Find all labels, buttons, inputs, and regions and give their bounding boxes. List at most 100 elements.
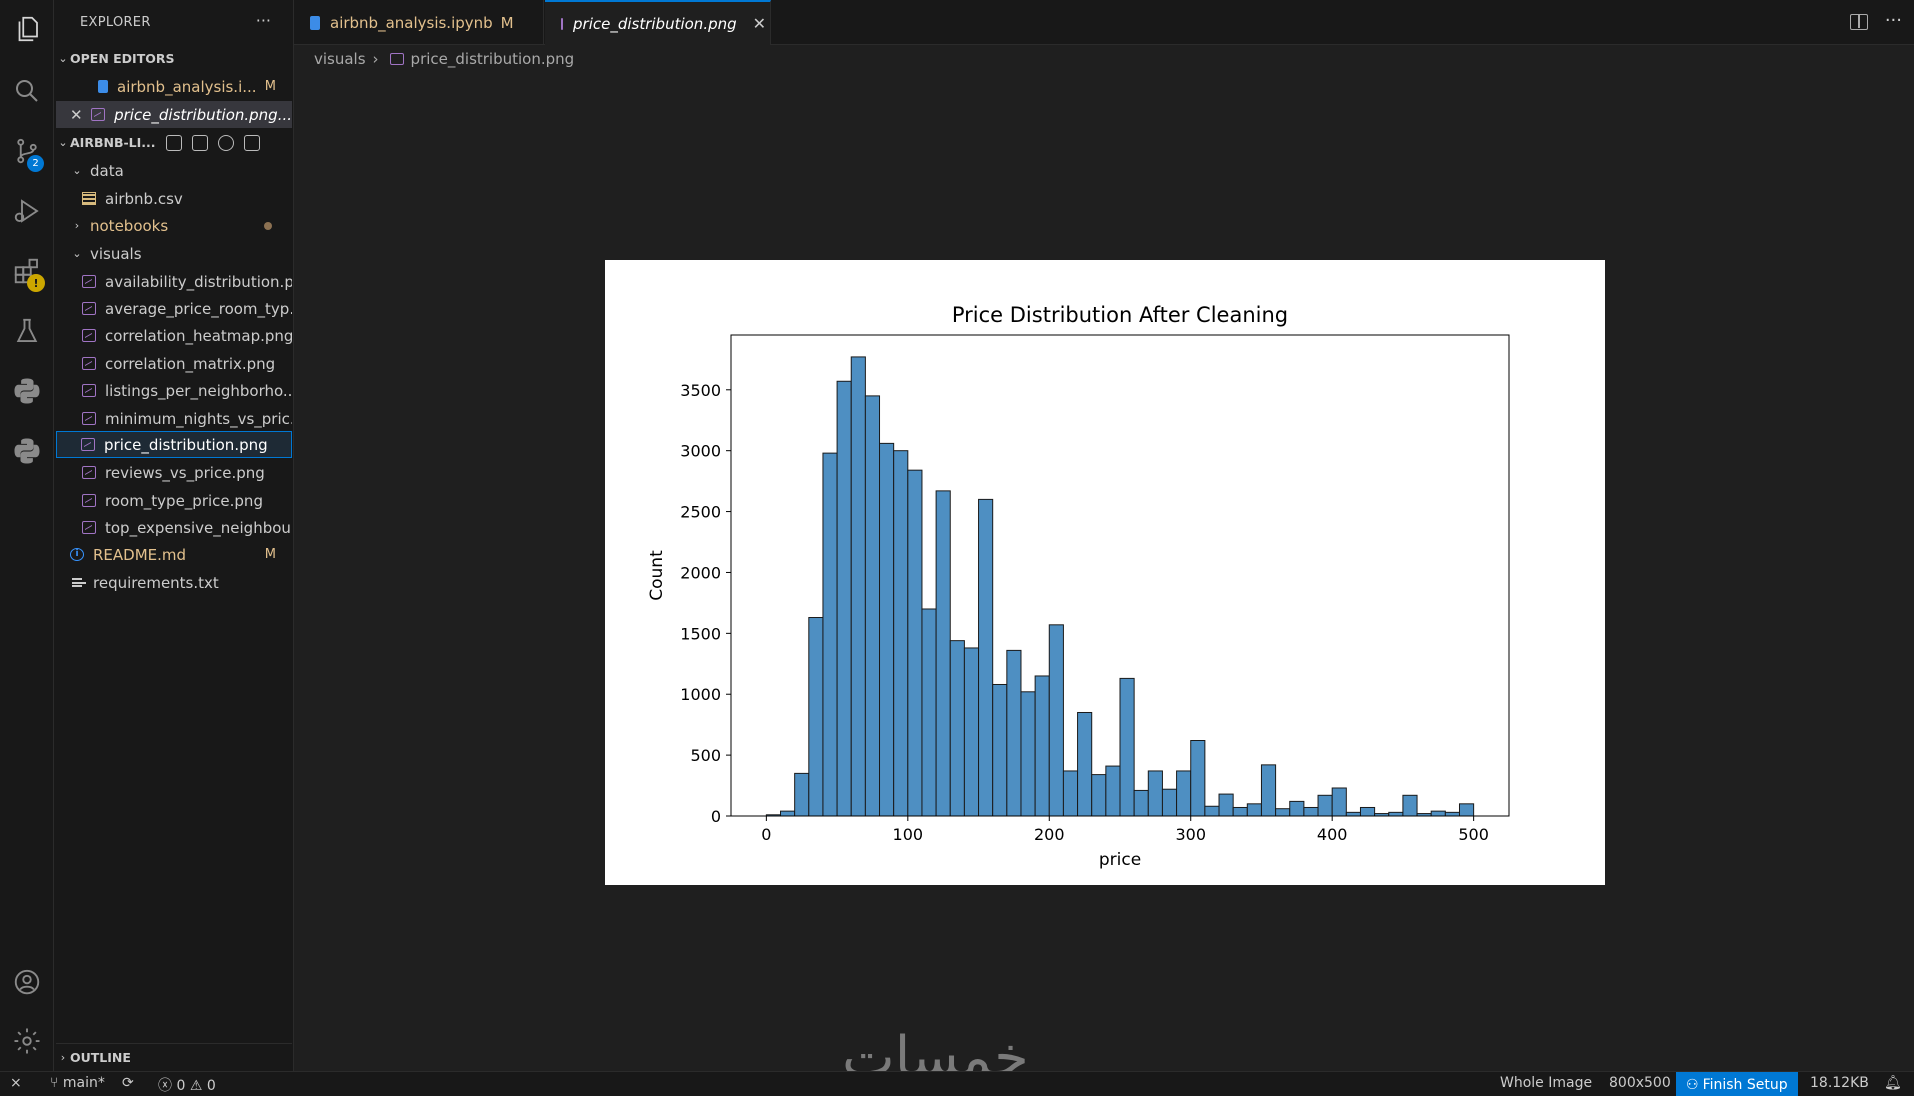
- tab-airbnb-analysis[interactable]: airbnb_analysis.ipynb M: [294, 0, 544, 45]
- histogram-bar: [808, 617, 824, 817]
- more-actions-icon[interactable]: ···: [1885, 10, 1902, 31]
- new-folder-icon[interactable]: [191, 134, 208, 151]
- tree-file-selected[interactable]: price_distribution.png: [56, 431, 292, 458]
- tree-file[interactable]: average_price_room_typ...: [56, 295, 292, 322]
- settings-gear-icon[interactable]: [0, 1012, 54, 1070]
- x-tick-label: 300: [1175, 825, 1206, 844]
- collapse-all-icon[interactable]: [243, 134, 260, 151]
- tree-file[interactable]: correlation_matrix.png: [56, 350, 292, 377]
- close-tab-icon[interactable]: ✕: [753, 14, 766, 33]
- explorer-toolbar: [165, 134, 260, 151]
- open-editor-item-active[interactable]: ✕ price_distribution.png...: [56, 101, 292, 128]
- split-editor-icon[interactable]: [1850, 14, 1868, 30]
- tree-folder-data[interactable]: ⌄ data: [56, 157, 292, 184]
- warning-badge: !: [27, 274, 45, 292]
- problems-indicator[interactable]: ⓧ 0 ⚠ 0: [158, 1075, 216, 1095]
- tree-item-label: notebooks: [90, 216, 169, 235]
- status-bar: ⨯ ⑂ main* ⟳ ⓧ 0 ⚠ 0 Whole Image 800x500 …: [0, 1071, 1914, 1096]
- tree-item-label: average_price_room_typ...: [105, 299, 292, 318]
- tree-item-label: visuals: [90, 244, 142, 263]
- tree-item-label: airbnb.csv: [105, 189, 183, 208]
- histogram-bar: [1105, 765, 1121, 817]
- chevron-down-icon: ⌄: [58, 136, 68, 149]
- tree-file-readme[interactable]: i README.md M: [56, 541, 292, 568]
- project-folder-header[interactable]: ⌄ AIRBNB-LI...: [56, 129, 292, 156]
- histogram-bar: [992, 683, 1008, 817]
- open-editor-label: price_distribution.png...: [114, 105, 292, 124]
- chevron-down-icon: ⌄: [72, 247, 82, 260]
- tree-item-label: data: [90, 161, 124, 180]
- y-tick-label: 2000: [680, 563, 721, 582]
- tree-file-requirements[interactable]: requirements.txt: [56, 569, 292, 596]
- tree-file[interactable]: minimum_nights_vs_pric...: [56, 405, 292, 432]
- tree-file-airbnb-csv[interactable]: airbnb.csv: [56, 185, 292, 212]
- finish-setup-label: Finish Setup: [1702, 1076, 1788, 1093]
- modified-dot: [264, 221, 272, 230]
- tree-file[interactable]: reviews_vs_price.png: [56, 459, 292, 486]
- image-file-icon: [91, 108, 106, 121]
- zoom-mode[interactable]: Whole Image: [1500, 1075, 1592, 1091]
- histogram-bar: [864, 395, 881, 817]
- sync-icon[interactable]: ⟳: [122, 1075, 134, 1091]
- histogram-bar: [935, 490, 951, 817]
- histogram-bar: [1232, 806, 1248, 817]
- breadcrumb-file[interactable]: price_distribution.png: [411, 50, 575, 68]
- histogram-bar: [1034, 675, 1050, 817]
- histogram-bar: [1402, 794, 1418, 817]
- y-tick-label: 0: [711, 807, 721, 826]
- histogram-bar: [1062, 770, 1079, 817]
- histogram-bar: [921, 608, 937, 817]
- histogram-bar: [1458, 803, 1475, 817]
- notebook-file-icon: [98, 80, 108, 93]
- y-tick-label: 1000: [680, 685, 721, 704]
- new-file-icon[interactable]: [165, 134, 182, 151]
- open-editor-item[interactable]: airbnb_analysis.i... M: [56, 73, 292, 100]
- python-icon[interactable]: [0, 362, 54, 420]
- search-icon[interactable]: [0, 62, 54, 120]
- sidebar-title: EXPLORER: [80, 15, 151, 30]
- python-env-icon[interactable]: [0, 422, 54, 480]
- breadcrumb-folder[interactable]: visuals: [314, 50, 366, 68]
- tab-price-distribution[interactable]: price_distribution.png ✕: [545, 0, 771, 45]
- close-icon[interactable]: ✕: [70, 106, 87, 124]
- open-editors-header[interactable]: ⌄ OPEN EDITORS: [56, 45, 292, 72]
- run-debug-icon[interactable]: [0, 182, 54, 240]
- histogram-bar: [1289, 800, 1305, 817]
- image-preview[interactable]: 0 100 200 300 400 500 0 500 1000 1500 2000 2500 3000…: [605, 260, 1605, 885]
- tree-folder-visuals[interactable]: ⌄ visuals: [56, 240, 292, 267]
- text-file-icon: [72, 578, 86, 587]
- file-size: 18.12KB: [1810, 1075, 1869, 1091]
- explorer-icon[interactable]: [0, 0, 54, 58]
- outline-header[interactable]: › OUTLINE: [56, 1043, 292, 1070]
- branch-indicator[interactable]: ⑂ main*: [50, 1075, 105, 1091]
- account-icon[interactable]: [0, 953, 54, 1011]
- tree-file[interactable]: availability_distribution.p...: [56, 268, 292, 295]
- image-file-icon: [561, 17, 563, 30]
- notifications-bell-icon[interactable]: 🔔︎: [1884, 1075, 1902, 1091]
- tree-file[interactable]: correlation_heatmap.png: [56, 322, 292, 349]
- source-control-icon[interactable]: 2: [0, 122, 54, 180]
- tree-file[interactable]: listings_per_neighborho...: [56, 377, 292, 404]
- extensions-icon[interactable]: !: [0, 242, 54, 300]
- tree-file[interactable]: room_type_price.png: [56, 487, 292, 514]
- finish-setup-button[interactable]: ⚇ Finish Setup: [1676, 1072, 1798, 1096]
- image-file-icon: [82, 494, 96, 507]
- notebook-file-icon: [310, 15, 320, 30]
- histogram-bar: [1331, 787, 1347, 817]
- testing-flask-icon[interactable]: [0, 302, 54, 360]
- modified-badge: M: [500, 13, 514, 32]
- y-tick-label: 2500: [680, 503, 721, 522]
- image-file-icon: [82, 357, 96, 370]
- more-actions-icon[interactable]: ···: [256, 11, 271, 30]
- tree-file[interactable]: top_expensive_neighbou...: [56, 514, 292, 541]
- histogram-bar: [1176, 770, 1192, 817]
- histogram-bar: [850, 356, 866, 817]
- remote-icon[interactable]: ⨯: [10, 1075, 22, 1091]
- image-file-icon: [82, 521, 96, 534]
- histogram-bar: [1275, 808, 1291, 817]
- refresh-icon[interactable]: [217, 134, 234, 151]
- error-count: 0: [176, 1078, 186, 1094]
- histogram-bar: [1345, 811, 1361, 817]
- tree-folder-notebooks[interactable]: › notebooks: [56, 212, 292, 239]
- project-folder-label: AIRBNB-LI...: [70, 135, 156, 150]
